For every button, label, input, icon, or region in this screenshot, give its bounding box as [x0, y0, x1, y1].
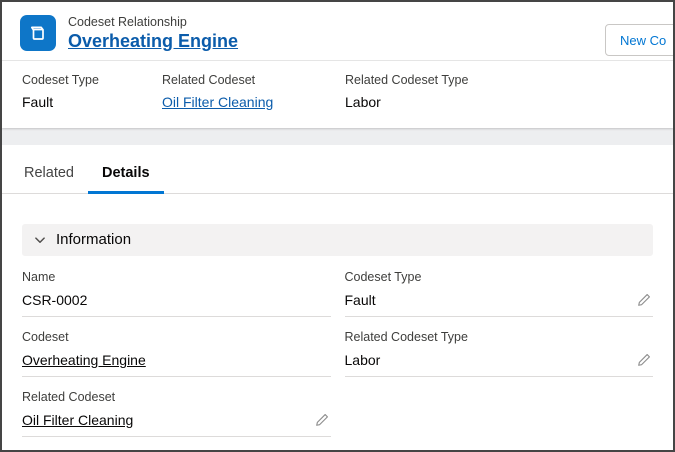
- record-header-row: Codeset Relationship Overheating Engine …: [2, 2, 673, 60]
- related-codeset-link[interactable]: Oil Filter Cleaning: [22, 412, 133, 428]
- highlight-related-codeset: Related Codeset Oil Filter Cleaning: [162, 73, 345, 110]
- record-header-card: Codeset Relationship Overheating Engine …: [2, 2, 673, 128]
- box-icon: [30, 26, 44, 41]
- codeset-link[interactable]: Overheating Engine: [22, 352, 146, 368]
- related-codeset-link[interactable]: Oil Filter Cleaning: [162, 94, 345, 110]
- field-label: Codeset: [22, 329, 69, 344]
- section-title: Information: [56, 231, 132, 249]
- highlight-value: Fault: [22, 93, 54, 110]
- highlight-value: Labor: [345, 93, 381, 110]
- edit-pencil-icon[interactable]: [637, 293, 653, 307]
- field-label: Related Codeset: [22, 389, 116, 404]
- new-button[interactable]: New Co: [605, 24, 673, 56]
- field-label: Related Codeset Type: [344, 329, 468, 344]
- tab-details[interactable]: Details: [87, 157, 164, 194]
- entity-label: Codeset Relationship: [68, 15, 187, 29]
- tab-related[interactable]: Related: [10, 157, 88, 193]
- highlights-panel: Codeset Type Fault Related Codeset Oil F…: [2, 61, 673, 128]
- field-codeset-type: Codeset Type Fault: [344, 269, 653, 317]
- highlight-codeset-type: Codeset Type Fault: [22, 73, 162, 110]
- information-field-grid: Name CSR-0002 Codeset Type Fault Codeset…: [2, 256, 673, 437]
- field-related-codeset-type: Related Codeset Type Labor: [344, 329, 653, 377]
- edit-pencil-icon[interactable]: [637, 353, 653, 367]
- codeset-relationship-icon: [20, 15, 56, 52]
- empty-grid-cell: [345, 390, 654, 437]
- record-titles: Codeset Relationship Overheating Engine: [68, 15, 238, 52]
- details-card: Related Details Information Name CSR-000…: [2, 144, 673, 445]
- field-related-codeset: Related Codeset Oil Filter Cleaning: [22, 390, 331, 437]
- highlight-related-codeset-type: Related Codeset Type Labor: [345, 73, 468, 110]
- highlight-label: Codeset Type: [22, 72, 99, 87]
- highlight-label: Related Codeset Type: [345, 72, 469, 87]
- field-value: Labor: [344, 352, 381, 369]
- field-name: Name CSR-0002: [22, 270, 331, 317]
- field-label: Codeset Type: [344, 269, 422, 284]
- edit-pencil-icon[interactable]: [315, 413, 331, 427]
- app-window: Codeset Relationship Overheating Engine …: [0, 0, 675, 452]
- information-section-header[interactable]: Information: [22, 223, 653, 256]
- record-title: Overheating Engine: [68, 31, 239, 51]
- field-value: Fault: [344, 292, 376, 309]
- field-codeset: Codeset Overheating Engine: [22, 330, 331, 377]
- field-value: CSR-0002: [22, 292, 88, 309]
- page-background-gap: [2, 127, 673, 145]
- chevron-down-icon[interactable]: [34, 234, 46, 246]
- field-label: Name: [22, 269, 56, 284]
- highlight-label: Related Codeset: [162, 72, 256, 87]
- tab-bar: Related Details: [2, 145, 673, 194]
